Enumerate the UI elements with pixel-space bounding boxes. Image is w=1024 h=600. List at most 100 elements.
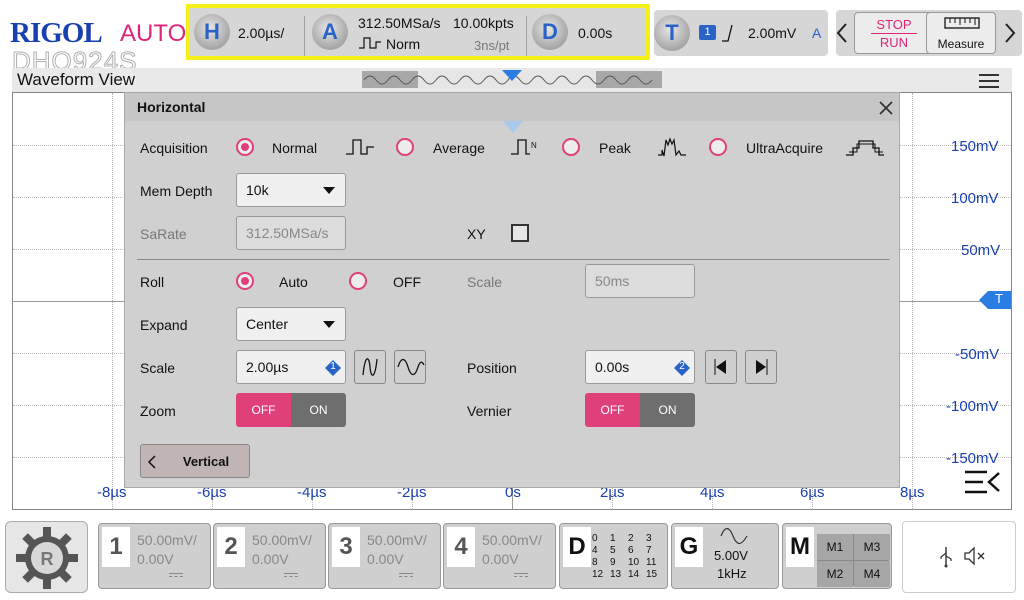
channel-number: 2 xyxy=(217,527,245,567)
chevron-down-icon xyxy=(323,187,335,194)
channel-scale: 50.00mV/ xyxy=(367,532,427,548)
roll-auto-radio[interactable] xyxy=(236,272,254,290)
dc-coupling-icon xyxy=(284,573,298,577)
acq-average-radio[interactable] xyxy=(396,138,414,156)
chevron-left-icon[interactable] xyxy=(836,22,848,44)
math-m3[interactable]: M3 xyxy=(854,534,890,560)
channel-scale: 50.00mV/ xyxy=(137,532,197,548)
roll-off-radio[interactable] xyxy=(349,272,367,290)
scale-fine-button[interactable] xyxy=(394,350,426,384)
generator-amplitude: 5.00V xyxy=(714,548,748,563)
mem-depth-label: Mem Depth xyxy=(140,183,213,199)
scale-label: Scale xyxy=(140,360,176,376)
expand-label: Expand xyxy=(140,317,188,333)
generator-box[interactable]: G 5.00V 1kHz xyxy=(671,523,779,589)
acq-normal-radio[interactable] xyxy=(236,138,254,156)
acq-average-label: Average xyxy=(433,140,485,156)
expand-dropdown[interactable]: Center xyxy=(236,307,346,341)
y-tick-label: 100mV xyxy=(951,190,999,207)
waveform-view-title: Waveform View xyxy=(17,70,136,89)
digital-letter: D xyxy=(563,527,591,567)
acq-mode-value: Norm xyxy=(386,36,421,52)
close-icon[interactable] xyxy=(878,100,894,116)
trigger-channel-badge: 1 xyxy=(699,25,716,40)
sine-coarse-icon xyxy=(362,358,378,376)
auto-button[interactable]: AUTO xyxy=(120,20,186,48)
delay-d-icon[interactable]: D xyxy=(532,14,568,50)
measure-button[interactable]: Measure xyxy=(926,12,996,54)
memory-overview-bar[interactable] xyxy=(362,70,662,90)
usb-icon xyxy=(940,547,952,568)
math-m4[interactable]: M4 xyxy=(854,561,890,587)
y-tick-label: 50mV xyxy=(961,242,1001,259)
divider xyxy=(137,259,890,260)
run-control-panel: STOP RUN Measure xyxy=(836,10,1022,56)
roll-scale-label: Scale xyxy=(467,274,503,290)
channel-number: 1 xyxy=(102,527,130,567)
triangle-left-icon xyxy=(714,359,726,375)
acquire-a-icon[interactable]: A xyxy=(312,14,348,50)
mem-points-value: 10.00kpts xyxy=(453,15,514,31)
delay-value: 0.00s xyxy=(578,25,613,41)
menu-hamburger-icon[interactable] xyxy=(978,73,1000,89)
math-m2[interactable]: M2 xyxy=(817,561,853,587)
waveform-header: Waveform View xyxy=(12,68,1012,92)
horizontal-h-icon[interactable]: H xyxy=(194,14,230,50)
digital-channel-grid: 0123 4567 8 9 10 11 12 13 14 15 xyxy=(592,533,658,580)
dc-coupling-icon xyxy=(169,573,183,577)
gear-logo-icon: R xyxy=(16,527,78,589)
home-button[interactable]: R xyxy=(5,521,88,593)
zoom-label: Zoom xyxy=(140,403,176,419)
scale-field[interactable]: 2.00µs 1 xyxy=(236,350,346,384)
dialog-title: Horizontal xyxy=(137,99,206,115)
trigger-position-marker xyxy=(503,121,523,133)
trigger-level-value: 2.00mV xyxy=(748,25,797,41)
channel-2-box[interactable]: 2 50.00mV/ 0.00V xyxy=(213,523,326,589)
roll-off-label: OFF xyxy=(393,274,421,290)
peak-wave-icon xyxy=(658,137,686,157)
position-right-button[interactable] xyxy=(745,350,777,384)
math-grid: M1 M3 M2 M4 xyxy=(817,534,890,587)
xy-checkbox[interactable] xyxy=(511,224,529,242)
channel-offset: 0.00V xyxy=(482,551,519,567)
scale-coarse-button[interactable] xyxy=(354,350,386,384)
horizontal-status-panel[interactable]: H 2.00µs/ A 312.50MSa/s Norm 10.00kpts 3… xyxy=(186,4,650,60)
channel-1-box[interactable]: 1 50.00mV/ 0.00V xyxy=(98,523,211,589)
zoom-toggle[interactable]: OFF ON xyxy=(236,393,346,427)
normal-acq-icon xyxy=(359,37,381,49)
digital-box[interactable]: D 0123 4567 8 9 10 11 12 13 14 15 xyxy=(559,523,668,589)
stop-run-button[interactable]: STOP RUN xyxy=(854,12,934,54)
mem-depth-dropdown[interactable]: 10k xyxy=(236,173,346,207)
x-tick-label: 8µs xyxy=(900,484,925,501)
math-m1[interactable]: M1 xyxy=(817,534,853,560)
y-tick-label: -50mV xyxy=(955,346,1000,363)
chevron-right-icon[interactable] xyxy=(1004,22,1016,44)
channel-3-box[interactable]: 3 50.00mV/ 0.00V xyxy=(328,523,441,589)
mute-icon[interactable] xyxy=(963,546,987,566)
collapse-menu-icon[interactable] xyxy=(963,469,1003,495)
trigger-t-icon[interactable]: T xyxy=(654,15,690,51)
acq-ultraacquire-radio[interactable] xyxy=(709,138,727,156)
vernier-label: Vernier xyxy=(467,403,512,419)
position-left-button[interactable] xyxy=(705,350,737,384)
channel-offset: 0.00V xyxy=(367,551,404,567)
math-box[interactable]: M M1 M3 M2 M4 xyxy=(782,523,892,589)
x-tick-label: -8µs xyxy=(97,484,127,501)
sarate-field: 312.50MSa/s xyxy=(236,216,346,250)
acq-peak-radio[interactable] xyxy=(562,138,580,156)
chevron-down-icon xyxy=(323,321,335,328)
vernier-toggle[interactable]: OFF ON xyxy=(585,393,695,427)
roll-scale-field: 50ms xyxy=(585,264,695,298)
channel-offset: 0.00V xyxy=(252,551,289,567)
roll-auto-label: Auto xyxy=(279,274,308,290)
top-bar: RIGOL AUTO H 2.00µs/ A 312.50MSa/s Norm … xyxy=(0,0,1024,120)
sample-rate-value: 312.50MSa/s xyxy=(358,15,441,31)
horizontal-dialog: Horizontal Acquisition Normal Average N … xyxy=(124,92,900,488)
position-field[interactable]: 0.00s 2 xyxy=(585,350,695,384)
trigger-status-panel[interactable]: T 1 2.00mV A xyxy=(654,10,828,56)
acq-normal-label: Normal xyxy=(272,140,318,156)
channel-4-box[interactable]: 4 50.00mV/ 0.00V xyxy=(443,523,556,589)
math-letter: M xyxy=(786,527,814,567)
vertical-button[interactable]: Vertical xyxy=(140,444,250,478)
roll-label: Roll xyxy=(140,274,165,290)
